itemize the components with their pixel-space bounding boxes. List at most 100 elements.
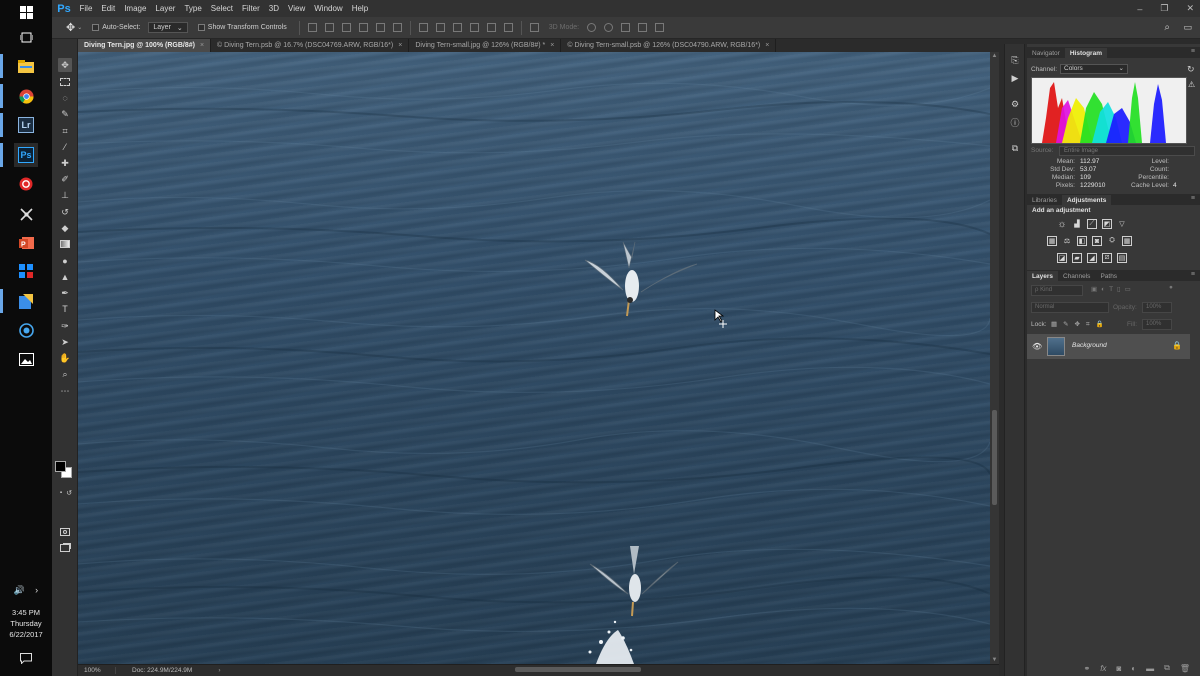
- scroll-thumb[interactable]: [992, 410, 997, 505]
- dodge-tool-icon[interactable]: ▲: [58, 270, 72, 284]
- brightness-contrast-icon[interactable]: ☼: [1057, 219, 1067, 230]
- globe-app-icon[interactable]: [14, 318, 38, 342]
- layer-kind-filter[interactable]: ρ Kind: [1031, 285, 1083, 296]
- hue-saturation-icon[interactable]: ▦: [1047, 236, 1057, 246]
- auto-select-dropdown[interactable]: Layer ⌄: [148, 22, 188, 33]
- windows-logo-icon[interactable]: [14, 0, 38, 24]
- document-tab[interactable]: Diving Tern-small.jpg @ 126% (RGB/8#) * ×: [409, 39, 562, 52]
- status-menu-icon[interactable]: ›: [218, 667, 220, 674]
- menu-edit[interactable]: Edit: [97, 4, 120, 13]
- posterize-icon[interactable]: ▰: [1072, 253, 1082, 263]
- vertical-scrollbar[interactable]: ▲ ▼: [990, 52, 999, 664]
- vibrance-icon[interactable]: ▽: [1117, 219, 1127, 229]
- align-hcenter-icon[interactable]: [375, 23, 385, 32]
- gradient-map-icon[interactable]: ▤: [1117, 253, 1127, 263]
- align-top-icon[interactable]: [307, 23, 317, 32]
- screen-mode-icon[interactable]: [58, 541, 72, 555]
- menu-filter[interactable]: Filter: [238, 4, 265, 13]
- auto-align-icon[interactable]: [529, 23, 539, 32]
- clone-source-panel-icon[interactable]: ⧉: [1009, 142, 1021, 154]
- channel-mixer-icon[interactable]: ⛭: [1107, 236, 1117, 246]
- layer-style-icon[interactable]: fx: [1100, 664, 1106, 673]
- align-left-icon[interactable]: [358, 23, 368, 32]
- menu-image[interactable]: Image: [120, 4, 151, 13]
- menu-window[interactable]: Window: [310, 4, 347, 13]
- move-tool-icon[interactable]: ✥: [58, 58, 72, 72]
- curves-icon[interactable]: ⟋: [1087, 219, 1097, 229]
- distribute-left-icon[interactable]: [469, 23, 479, 32]
- photoshop-icon[interactable]: Ps: [14, 143, 38, 167]
- quick-select-tool-icon[interactable]: ✎: [58, 107, 72, 121]
- 3d-drag-icon[interactable]: [621, 23, 631, 32]
- menu-layer[interactable]: Layer: [151, 4, 180, 13]
- link-layers-icon[interactable]: ⚭: [1084, 664, 1091, 673]
- image-canvas[interactable]: [78, 52, 990, 664]
- channel-dropdown[interactable]: Colors ⌄: [1060, 64, 1128, 74]
- new-group-icon[interactable]: ▬: [1146, 664, 1154, 673]
- 3d-slide-icon[interactable]: [638, 23, 648, 32]
- zoom-tool-icon[interactable]: ⌕: [58, 367, 72, 381]
- direct-select-tool-icon[interactable]: ➤: [58, 335, 72, 349]
- align-right-icon[interactable]: [392, 23, 402, 32]
- panel-menu-icon[interactable]: ≡: [1191, 48, 1195, 55]
- move-tool-preset-icon[interactable]: ✥: [66, 21, 75, 34]
- tab-layers[interactable]: Layers: [1027, 271, 1058, 281]
- horizontal-scroll-thumb[interactable]: [515, 667, 641, 672]
- foreground-color-swatch[interactable]: [55, 461, 66, 472]
- color-balance-icon[interactable]: ⚖: [1062, 236, 1072, 246]
- path-select-tool-icon[interactable]: ✑: [58, 319, 72, 333]
- invert-icon[interactable]: ◪: [1057, 253, 1067, 263]
- color-lookup-icon[interactable]: ▦: [1122, 236, 1132, 246]
- gradient-tool-icon[interactable]: [58, 237, 72, 251]
- distribute-top-icon[interactable]: [418, 23, 428, 32]
- color-app-icon[interactable]: [14, 259, 38, 283]
- auto-select-checkbox[interactable]: [92, 24, 100, 31]
- levels-icon[interactable]: ▟: [1072, 219, 1082, 229]
- layer-row-background[interactable]: 👁 Background 🔒: [1027, 334, 1190, 359]
- fill-field[interactable]: 100%: [1142, 319, 1172, 330]
- exposure-icon[interactable]: ◩: [1102, 219, 1112, 229]
- delete-layer-icon[interactable]: 🗑: [1180, 664, 1190, 673]
- show-transform-checkbox[interactable]: [197, 24, 205, 31]
- info-panel-icon[interactable]: ⓘ: [1009, 116, 1021, 128]
- 3d-scale-icon[interactable]: [655, 23, 665, 32]
- panel-menu-icon[interactable]: ≡: [1191, 271, 1195, 278]
- workspace-icon[interactable]: ▭: [1183, 22, 1192, 33]
- tab-navigator[interactable]: Navigator: [1027, 48, 1065, 58]
- close-icon[interactable]: ×: [398, 42, 402, 49]
- layer-filter-icons[interactable]: ▣◐T▯▭: [1091, 285, 1135, 293]
- menu-file[interactable]: File: [75, 4, 97, 13]
- tab-channels[interactable]: Channels: [1058, 271, 1095, 281]
- 3d-rotate-icon[interactable]: [587, 23, 597, 32]
- preset-dropdown-icon[interactable]: ⌄: [77, 24, 82, 31]
- restore-button[interactable]: ❐: [1160, 3, 1168, 14]
- healing-brush-tool-icon[interactable]: ✚: [58, 156, 72, 170]
- threshold-icon[interactable]: ◢: [1087, 253, 1097, 263]
- blend-mode-dropdown[interactable]: Normal: [1031, 302, 1109, 313]
- tab-paths[interactable]: Paths: [1095, 271, 1122, 281]
- menu-3d[interactable]: 3D: [264, 4, 283, 13]
- source-dropdown[interactable]: Entire Image: [1059, 146, 1195, 156]
- distribute-hcenter-icon[interactable]: [486, 23, 496, 32]
- photo-filter-icon[interactable]: ◙: [1092, 236, 1102, 246]
- opacity-field[interactable]: 100%: [1142, 302, 1172, 313]
- hand-tool-icon[interactable]: ✋: [58, 351, 72, 365]
- marquee-tool-icon[interactable]: [58, 75, 72, 89]
- pen-tool-icon[interactable]: ✒: [58, 286, 72, 300]
- minimize-button[interactable]: –: [1137, 4, 1142, 14]
- new-layer-icon[interactable]: ⧉: [1164, 663, 1170, 673]
- properties-panel-icon[interactable]: ⚙: [1009, 98, 1021, 110]
- warning-icon[interactable]: ⚠: [1188, 80, 1195, 89]
- adjustment-layer-icon[interactable]: ◐: [1131, 664, 1136, 673]
- black-white-icon[interactable]: ◧: [1077, 236, 1087, 246]
- type-tool-icon[interactable]: T: [58, 302, 72, 316]
- selective-color-icon[interactable]: ⧄: [1102, 253, 1112, 263]
- distribute-bottom-icon[interactable]: [452, 23, 462, 32]
- panel-menu-icon[interactable]: ≡: [1191, 195, 1195, 202]
- task-view-icon[interactable]: [14, 25, 38, 49]
- tray-chevron-icon[interactable]: ›: [35, 585, 38, 596]
- photos-icon[interactable]: [14, 347, 38, 371]
- history-brush-tool-icon[interactable]: ↺: [58, 205, 72, 219]
- actions-play-icon[interactable]: ▶: [1009, 72, 1021, 84]
- eraser-tool-icon[interactable]: ◆: [58, 221, 72, 235]
